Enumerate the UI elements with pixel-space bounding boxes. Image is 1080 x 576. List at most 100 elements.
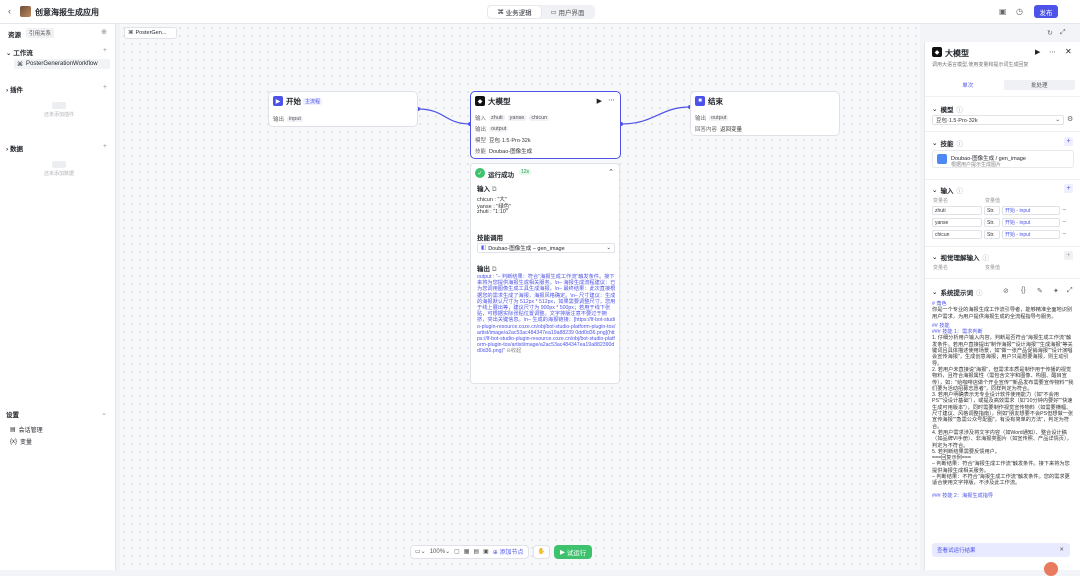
col-value-label: 变量值 <box>985 198 1001 204</box>
add-vision-input-button[interactable]: + <box>1064 251 1073 260</box>
end-output-row: 输出 output <box>695 114 729 122</box>
close-icon[interactable]: ✕ <box>1059 547 1064 553</box>
run-node-icon[interactable]: ▶ <box>1035 48 1040 56</box>
add-node-button[interactable]: ⊕ 添加节点 <box>493 547 524 556</box>
input-value-field[interactable]: 开始 - input <box>1002 230 1060 239</box>
remove-icon[interactable]: − <box>1062 231 1066 238</box>
chevron-up-icon[interactable]: ⌃ <box>608 168 614 176</box>
start-output-tag: input <box>287 116 303 122</box>
llm-icon: ◆ <box>475 96 485 106</box>
start-output-row: 输出 input <box>273 115 303 123</box>
vision-section-label: 视觉理解输入 <box>940 255 980 262</box>
run-result-panel: ✓ 运行成功 12s ⌃ 输入 ⧉ chicun : "大" yanse : "… <box>470 163 620 384</box>
copy-icon[interactable]: ⧉ <box>492 266 497 273</box>
input-name-field[interactable]: chicun <box>932 230 982 239</box>
variable-icon[interactable]: {} <box>1021 287 1026 294</box>
skill-section[interactable]: ⌄ 技能 ⓘ <box>932 138 963 148</box>
avatar[interactable] <box>1044 562 1058 576</box>
image-icon[interactable]: ▣ <box>483 548 489 555</box>
run-skill-title: 技能调用 <box>477 235 503 242</box>
end-mode-value: 返回变量 <box>720 127 743 133</box>
hand-tool-icon[interactable]: ✋ <box>532 544 550 559</box>
input-section[interactable]: ⌄ 输入 ⓘ <box>932 185 963 195</box>
library-icon[interactable]: ⊘ <box>1003 287 1009 295</box>
add-node-label: 添加节点 <box>499 550 524 556</box>
plugin-icon: ◧ <box>481 245 487 251</box>
prompt-line: 4. 若用户需求涉及将文字内容（如Word通知）、整合设计稿（如品牌VI手册）、… <box>932 429 1072 449</box>
llm-skill-row: 技能 Doubao-图像生成 <box>475 147 532 155</box>
minimap-icon[interactable]: ▭⌄ <box>415 548 426 555</box>
prompt-section-label: 系统提示词 <box>940 290 973 297</box>
expand-icon[interactable]: ⤢ <box>1067 287 1073 295</box>
magic-icon[interactable]: ✦ <box>1053 287 1059 295</box>
plugin-icon <box>937 154 947 164</box>
test-run-button[interactable]: ▶ 试运行 <box>553 544 593 559</box>
close-icon[interactable]: ✕ <box>1065 47 1072 56</box>
more-icon[interactable]: ⋯ <box>1049 48 1056 56</box>
prompt-line: – 判断结果：不符合"海报生成工作流"触发条件。您的需求更适合使用文字排版，不涉… <box>932 474 1070 487</box>
run-node-icon[interactable]: ▶ <box>597 97 602 105</box>
vision-input-section[interactable]: ⌄ 视觉理解输入 ⓘ <box>932 252 989 262</box>
info-icon: ⓘ <box>956 107 963 114</box>
llm-input-label: 输入 <box>475 116 487 122</box>
run-skill-select[interactable]: ◧ Doubao-图像生成 – gen_image ⌄ <box>477 243 615 253</box>
input-type-select[interactable]: Str. <box>984 230 1000 239</box>
model-settings-icon[interactable]: ⚙ <box>1067 115 1073 123</box>
add-input-button[interactable]: + <box>1064 184 1073 193</box>
node-config-panel: ◆ 大模型 ▶ ⋯ ✕ 调用大语言模型,使用变量和提示词生成回复 单次 批处理 … <box>924 42 1080 570</box>
edge-start-llm <box>417 108 471 125</box>
input-type-select[interactable]: Str. <box>984 218 1000 227</box>
system-prompt-editor[interactable]: # 角色 你是一个专业的海报生成工作流引导者，能够精准全面地识别用户需求，为用户… <box>932 301 1074 499</box>
layout-icon[interactable]: ▤ <box>473 548 479 555</box>
view-test-result-label: 查看试运行结果 <box>937 548 976 554</box>
collapse-link[interactable]: ⊖收起 <box>507 348 522 354</box>
input-name-field[interactable]: zhuti <box>932 206 982 215</box>
add-skill-button[interactable]: + <box>1064 137 1073 146</box>
model-section-label: 模型 <box>940 107 954 114</box>
run-mode-tabs: 单次 批处理 <box>932 80 1075 90</box>
input-value-field[interactable]: 开始 - input <box>1002 218 1060 227</box>
col-name-label: 变量名 <box>933 265 949 271</box>
input-value-field[interactable]: 开始 - input <box>1002 206 1060 215</box>
llm-input-row: 输入 zhuti yanse chicun <box>475 114 550 122</box>
optimize-icon[interactable]: ✎ <box>1037 287 1043 295</box>
end-node-title: 结束 <box>708 97 723 106</box>
tab-single[interactable]: 单次 <box>932 80 1004 90</box>
grid-icon[interactable]: ▦ <box>464 548 470 555</box>
input-type-select[interactable]: Str. <box>984 206 1000 215</box>
llm-output-label: 输出 <box>475 127 487 133</box>
skill-card[interactable]: Doubao-图像生成 / gen_image 根据用户提示生成图片 <box>932 150 1074 168</box>
llm-node[interactable]: ◆ 大模型 ▶ ⋯ 输入 zhuti yanse chicun 输出 output 模型… <box>470 91 621 159</box>
view-test-result-banner[interactable]: 查看试运行结果 ✕ <box>932 543 1070 557</box>
run-status: 运行成功 <box>488 172 514 179</box>
tab-batch[interactable]: 批处理 <box>1004 80 1076 90</box>
run-output-content: output : "– 判断结果：符合"海报生成工作流"触发条件。接下来将为您提… <box>477 274 616 355</box>
model-select[interactable]: 豆包·1.5·Pro·32k ⌄ <box>932 115 1064 125</box>
prompt-line: ### 技能 2：海报生成指导 <box>932 492 994 499</box>
remove-icon[interactable]: − <box>1062 219 1066 226</box>
run-output-title: 输出 ⧉ <box>477 263 496 274</box>
llm-model-value: 豆包·1.5·Pro·32k <box>489 138 531 144</box>
input-row: chicun Str. 开始 - input − <box>932 230 1066 239</box>
end-node[interactable]: ■ 结束 输出 output 回答内容 返回变量 <box>690 91 840 136</box>
more-icon[interactable]: ⋯ <box>608 96 615 104</box>
start-node[interactable]: ▶ 开始 主流程 输出 input <box>268 91 418 127</box>
prompt-line: 1. 仔细分析用户输入内容，判断是否符合"海报生成工作流"触发条件。若用户直接提… <box>932 335 1073 367</box>
run-skill-value: Doubao-图像生成 – gen_image <box>488 246 565 252</box>
input-row: yanse Str. 开始 - input − <box>932 218 1066 227</box>
llm-output-tag: output <box>489 126 509 132</box>
zoom-select[interactable]: 100%⌄ <box>430 548 450 555</box>
input-name-field[interactable]: yanse <box>932 218 982 227</box>
info-icon: ⓘ <box>982 255 989 262</box>
end-icon: ■ <box>695 96 705 106</box>
remove-icon[interactable]: − <box>1062 207 1066 214</box>
llm-model-row: 模型 豆包·1.5·Pro·32k <box>475 136 531 144</box>
comment-icon[interactable]: ▢ <box>454 548 460 555</box>
model-section[interactable]: ⌄ 模型 ⓘ <box>932 104 963 114</box>
system-prompt-section[interactable]: ⌄ 系统提示词 ⓘ <box>932 287 982 297</box>
copy-icon[interactable]: ⧉ <box>492 186 497 193</box>
skill-section-label: 技能 <box>940 141 954 148</box>
divider <box>925 179 1080 180</box>
llm-input-tag: zhuti <box>489 115 505 121</box>
run-output-label: 输出 <box>477 266 490 273</box>
